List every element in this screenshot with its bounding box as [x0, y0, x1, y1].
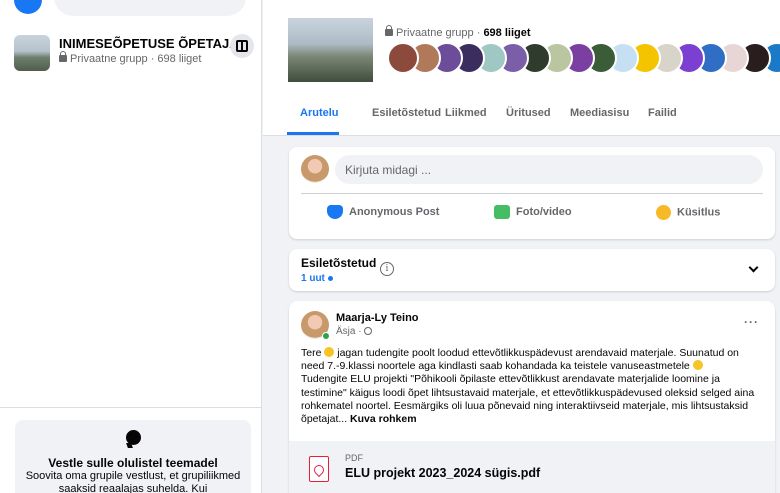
- anonymous-post-button[interactable]: Anonymous Post: [327, 205, 439, 225]
- new-count-label: 1 uut: [301, 273, 325, 284]
- tab-2[interactable]: Liikmed: [445, 107, 487, 119]
- group-meta-text: Privaatne grupp · 698 liiget: [70, 53, 202, 65]
- timestamp-text: Äsja ·: [336, 326, 365, 337]
- chat-suggestion-card: Vestle sulle olulistel teemadel Soovita …: [15, 420, 251, 493]
- post-text-segment: õpetajat...: [301, 413, 351, 426]
- tab-5[interactable]: Failid: [648, 107, 677, 119]
- post-text-segment: need 7.-9.klassi noortele aga kindlasti …: [301, 360, 693, 373]
- photo-video-label: Foto/video: [516, 206, 572, 218]
- search-input[interactable]: [54, 0, 246, 16]
- lock-icon: [385, 25, 393, 36]
- post-text-line: Tere jagan tudengite poolt loodud ettevõ…: [301, 347, 769, 360]
- see-more-link[interactable]: Kuva rohkem: [350, 413, 417, 425]
- featured-title: Esiletõstetud: [301, 256, 377, 270]
- group-header: Privaatne grupp · 698 liiget Arutelu Esil…: [263, 0, 780, 136]
- collapse-sidebar-button[interactable]: [230, 34, 254, 58]
- group-privacy-meta: Privaatne grupp · 698 liiget: [385, 25, 531, 39]
- pdf-attachment[interactable]: PDF ELU projekt 2023_2024 sügis.pdf: [289, 441, 775, 493]
- pdf-icon: [309, 456, 329, 482]
- facebook-logo-icon[interactable]: [14, 0, 42, 14]
- smiley-emoji-icon: [324, 347, 335, 357]
- tab-0[interactable]: Arutelu: [300, 107, 339, 119]
- member-avatars[interactable]: [387, 42, 780, 76]
- member-avatar[interactable]: [387, 42, 419, 74]
- tab-3[interactable]: Üritused: [506, 107, 551, 119]
- attachment-filename[interactable]: ELU projekt 2023_2024 sügis.pdf: [345, 466, 540, 480]
- sidebar-group-item[interactable]: INIMESEÕPETUSE ÕPETAJAD Privaatne grupp …: [14, 33, 254, 73]
- divider: [0, 407, 262, 408]
- post-options-button[interactable]: ···: [744, 315, 759, 329]
- left-sidebar: INIMESEÕPETUSE ÕPETAJAD Privaatne grupp …: [0, 0, 262, 493]
- post-author[interactable]: Maarja-Ly Teino: [336, 312, 419, 324]
- tab-1[interactable]: Esiletõstetud: [372, 107, 441, 119]
- tab-4[interactable]: Meediasisu: [570, 107, 629, 119]
- post-text-segment: rohkematel noortel. Eesmärgiks oli luua …: [301, 399, 749, 412]
- post-text-segment: Tere: [301, 347, 325, 359]
- globe-icon: [364, 327, 373, 336]
- avatar[interactable]: [301, 155, 329, 183]
- photo-video-button[interactable]: Foto/video: [494, 205, 572, 225]
- anonymous-post-label: Anonymous Post: [349, 206, 440, 218]
- anonymous-icon: [327, 205, 343, 219]
- info-icon[interactable]: i: [380, 262, 394, 276]
- group-meta: Privaatne grupp · 698 liiget: [59, 51, 202, 65]
- online-status-icon: [322, 332, 330, 340]
- group-cover-photo[interactable]: [288, 18, 373, 82]
- post-text-line: testimine" käigus loodi õpet lihtsustava…: [301, 387, 769, 400]
- group-name: INIMESEÕPETUSE ÕPETAJAD: [59, 36, 249, 51]
- lock-icon: [59, 51, 67, 62]
- smiley-emoji-icon: [692, 360, 703, 371]
- photo-icon: [494, 205, 510, 219]
- feed-post: Maarja-Ly Teino Äsja · ··· Tere jagan tu…: [289, 301, 775, 493]
- chat-card-title: Vestle sulle olulistel teemadel: [48, 456, 218, 470]
- poll-label: Küsitlus: [677, 206, 721, 219]
- chevron-down-icon[interactable]: [748, 262, 759, 273]
- member-count[interactable]: 698 liiget: [483, 27, 530, 39]
- post-body: Tere jagan tudengite poolt loodud ettevõ…: [301, 347, 769, 426]
- privacy-label: Privaatne grupp ·: [396, 27, 484, 39]
- featured-new-count: 1 uut: [301, 273, 333, 284]
- post-timestamp[interactable]: Äsja ·: [336, 326, 373, 337]
- poll-button[interactable]: Küsitlus: [656, 205, 720, 225]
- active-tab-indicator: [287, 132, 339, 135]
- chat-bubble-icon: [126, 430, 141, 445]
- poll-icon: [656, 205, 671, 220]
- post-text-line: need 7.-9.klassi noortele aga kindlasti …: [301, 360, 769, 373]
- post-text-segment: Tudengite ELU projekti "Põhikooli õpilas…: [301, 373, 720, 386]
- post-text-segment: testimine" käigus loodi õpet lihtsustava…: [301, 386, 755, 399]
- post-composer: Kirjuta midagi ... Anonymous Post Foto/v…: [289, 147, 775, 239]
- group-thumbnail: [14, 35, 50, 71]
- featured-section[interactable]: Esiletõstetud 1 uut i: [289, 249, 775, 291]
- sidebar-toggle-icon: [236, 40, 248, 52]
- post-text-segment: jagan tudengite poolt loodud ettevõtlikk…: [334, 347, 739, 359]
- post-text-line: õpetajat... Kuva rohkem: [301, 413, 769, 426]
- composer-input[interactable]: Kirjuta midagi ...: [335, 155, 763, 184]
- new-dot-icon: [327, 275, 333, 281]
- attachment-type: PDF: [345, 453, 363, 463]
- post-text-line: rohkematel noortel. Eesmärgiks oli luua …: [301, 400, 769, 413]
- post-text-line: Tudengite ELU projekti "Põhikooli õpilas…: [301, 373, 769, 386]
- divider: [301, 193, 763, 194]
- chat-card-description: Soovita oma grupile vestlust, et grupili…: [25, 470, 241, 493]
